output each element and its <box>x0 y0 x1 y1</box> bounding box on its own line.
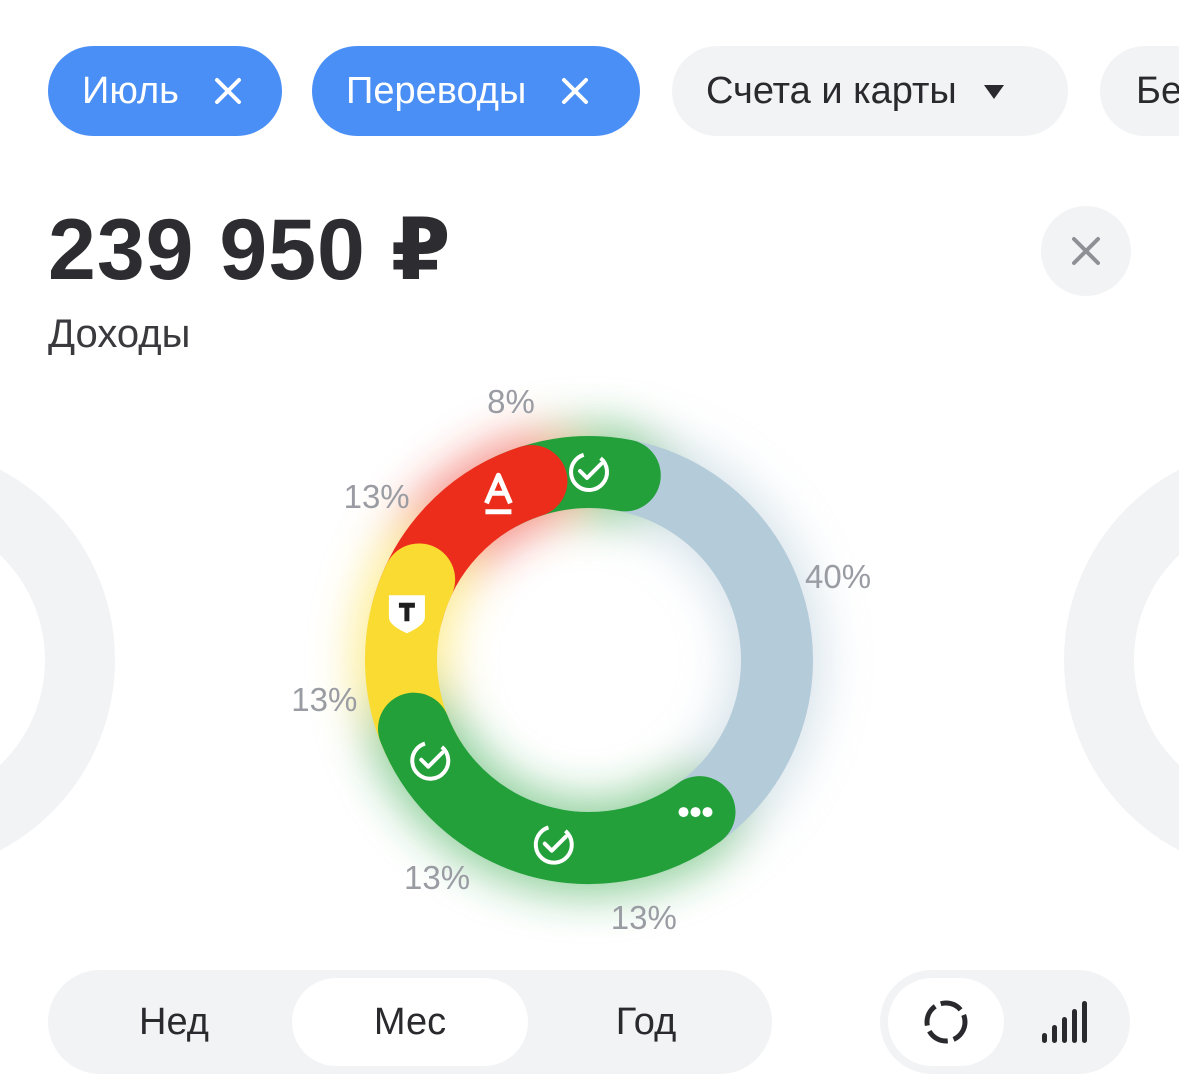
period-year[interactable]: Год <box>528 978 764 1066</box>
bar-view-icon <box>1042 1001 1087 1043</box>
period-year-label: Год <box>615 1000 677 1043</box>
income-donut-chart <box>353 424 825 896</box>
segment-percent-label: 40% <box>805 558 872 596</box>
segment-percent-label: 13% <box>291 681 358 719</box>
segment-percent-label: 8% <box>487 383 535 421</box>
period-month[interactable]: Мес <box>292 978 528 1066</box>
period-month-label: Мес <box>373 1000 447 1043</box>
donut-view-icon <box>924 1000 968 1044</box>
donut-segment-other[interactable] <box>553 436 813 849</box>
period-week[interactable]: Нед <box>56 978 292 1066</box>
segment-percent-label: 13% <box>610 898 677 936</box>
bar-view-button[interactable] <box>1006 978 1122 1066</box>
period-week-label: Нед <box>139 1000 209 1043</box>
period-selector: Нед Мес Год <box>48 970 772 1074</box>
chart-view-toggle <box>880 970 1130 1074</box>
segment-percent-label: 13% <box>343 477 410 515</box>
more-dots-icon <box>678 807 713 818</box>
segment-percent-label: 13% <box>404 859 471 897</box>
donut-view-button[interactable] <box>888 978 1004 1066</box>
